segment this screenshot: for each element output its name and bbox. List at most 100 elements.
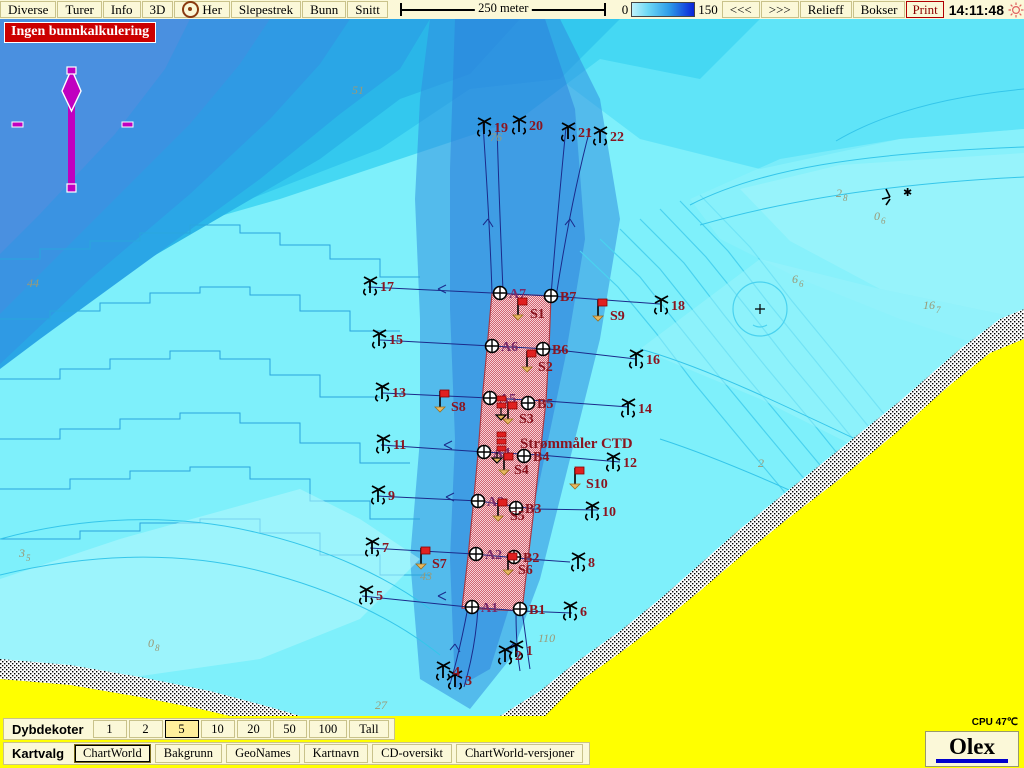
flag-marker-S2[interactable] xyxy=(521,349,537,373)
station-marker-A7[interactable] xyxy=(492,285,508,301)
chart-option-cd-oversikt[interactable]: CD-oversikt xyxy=(372,744,452,763)
menu-snitt-label: Snitt xyxy=(355,2,380,17)
flag-marker-S7[interactable] xyxy=(415,546,431,570)
anchor-label-10: 10 xyxy=(602,505,616,520)
relieff-button-label: Relieff xyxy=(807,2,844,17)
relieff-button[interactable]: Relieff xyxy=(799,1,852,18)
menu-diverse-label: Diverse xyxy=(8,2,49,17)
station-marker-A2[interactable] xyxy=(468,546,484,562)
anchor-marker-11[interactable] xyxy=(375,434,391,454)
anchor-marker-4[interactable] xyxy=(435,661,451,681)
anchor-marker-22[interactable] xyxy=(592,126,608,146)
depth-option-1[interactable]: 1 xyxy=(92,720,127,738)
station-marker-A1[interactable] xyxy=(464,599,480,615)
anchor-marker-16[interactable] xyxy=(628,349,644,369)
sounding-2: 44 xyxy=(27,276,39,290)
status-banner-label: Ingen bunnkalkulering xyxy=(11,24,150,39)
flag-marker-S8[interactable] xyxy=(434,389,450,413)
anchor-marker-10[interactable] xyxy=(584,501,600,521)
depth-option-5[interactable]: 5 xyxy=(164,720,199,738)
anchor-label-12: 12 xyxy=(623,456,637,471)
menu-her-label: Her xyxy=(202,2,222,17)
anchor-marker-14[interactable] xyxy=(620,398,636,418)
depth-contour-label: Dybdekoter xyxy=(12,721,84,737)
sounding-12: 110 xyxy=(538,631,555,645)
anchor-marker-7[interactable] xyxy=(364,537,380,557)
anchor-marker-17[interactable] xyxy=(362,276,378,296)
prev-button-label: <<< xyxy=(729,2,752,17)
menu-turer[interactable]: Turer xyxy=(57,1,102,18)
depth-option-10[interactable]: 10 xyxy=(200,720,235,738)
sounding-11: 27 xyxy=(375,698,388,712)
anchor-marker-9[interactable] xyxy=(370,485,386,505)
station-marker-B7[interactable] xyxy=(543,288,559,304)
depth-option-100[interactable]: 100 xyxy=(308,720,348,738)
chart-option-geonames[interactable]: GeoNames xyxy=(226,744,300,763)
anchor-label-8: 8 xyxy=(588,556,595,571)
anchor-marker-12[interactable] xyxy=(605,452,621,472)
station-marker-B5[interactable] xyxy=(520,395,536,411)
station-label-B5: B5 xyxy=(537,397,553,412)
anchor-label-14: 14 xyxy=(638,402,652,417)
menu-slepestrek-label: Slepestrek xyxy=(238,2,294,17)
station-marker-A3[interactable] xyxy=(470,493,486,509)
flag-label-S10: S10 xyxy=(586,477,608,492)
sounding-0: 51 xyxy=(352,83,364,97)
sounding-sub-10: 8 xyxy=(155,643,160,653)
anchor-marker-8[interactable] xyxy=(570,552,586,572)
menu-her[interactable]: Her xyxy=(174,1,230,18)
menu-info[interactable]: Info xyxy=(102,1,141,18)
anchor-marker-6[interactable] xyxy=(562,601,578,621)
station-marker-B6[interactable] xyxy=(535,341,551,357)
anchor-marker-18[interactable] xyxy=(653,295,669,315)
depth-option-tall[interactable]: Tall xyxy=(349,720,389,738)
anchor-label-2: 2 xyxy=(515,649,522,664)
station-marker-A5[interactable] xyxy=(482,390,498,406)
depth-color-legend: 0 150 xyxy=(622,0,718,19)
station-marker-A4[interactable] xyxy=(476,444,492,460)
anchor-marker-13[interactable] xyxy=(374,382,390,402)
anchor-marker-19[interactable] xyxy=(476,117,492,137)
flag-marker-S9[interactable] xyxy=(592,298,608,322)
chart-selection-label: Kartvalg xyxy=(12,746,65,761)
chart-map-canvas[interactable]: Ingen bunnkalkulering ✱ A1 A2 A3 A4 A5 A… xyxy=(0,19,1024,716)
olex-logo-underline xyxy=(936,758,1008,763)
olex-logo: Olex xyxy=(925,731,1019,767)
legend-max-label: 150 xyxy=(698,1,718,17)
anchor-label-11: 11 xyxy=(393,438,406,453)
depth-option-20[interactable]: 20 xyxy=(236,720,271,738)
menu-slepestrek[interactable]: Slepestrek xyxy=(230,1,302,18)
print-button[interactable]: Print xyxy=(906,1,944,18)
bokser-button[interactable]: Bokser xyxy=(852,1,906,18)
station-marker-B1[interactable] xyxy=(512,601,528,617)
prev-button[interactable]: <<< xyxy=(721,1,760,18)
flag-label-S5: S5 xyxy=(510,509,525,524)
chart-option-chartworld[interactable]: ChartWorld xyxy=(74,744,151,763)
menu-3d[interactable]: 3D xyxy=(141,1,174,18)
scale-bar: 250 meter xyxy=(400,0,607,19)
chart-option-bakgrunn[interactable]: Bakgrunn xyxy=(154,744,223,763)
station-marker-A6[interactable] xyxy=(484,338,500,354)
flag-marker-S10[interactable] xyxy=(569,466,585,490)
anchor-marker-21[interactable] xyxy=(560,122,576,142)
station-label-B6: B6 xyxy=(552,343,568,358)
anchor-marker-20[interactable] xyxy=(511,115,527,135)
sounding-sub-6: 7 xyxy=(936,305,941,315)
next-button[interactable]: >>> xyxy=(760,1,799,18)
menu-bunn[interactable]: Bunn xyxy=(302,1,347,18)
menu-snitt[interactable]: Snitt xyxy=(347,1,388,18)
anchor-marker-15[interactable] xyxy=(371,329,387,349)
flag-label-S9: S9 xyxy=(610,309,625,324)
legend-gradient xyxy=(631,2,696,17)
bokser-button-label: Bokser xyxy=(860,2,898,17)
chart-option-chartworld-versjoner[interactable]: ChartWorld-versjoner xyxy=(455,744,584,763)
station-label-B3: B3 xyxy=(525,502,541,517)
anchor-label-13: 13 xyxy=(392,386,406,401)
anchor-marker-5[interactable] xyxy=(358,585,374,605)
anchor-label-20: 20 xyxy=(529,119,543,134)
status-banner: Ingen bunnkalkulering xyxy=(4,22,157,43)
depth-option-2[interactable]: 2 xyxy=(128,720,163,738)
chart-option-kartnavn[interactable]: Kartnavn xyxy=(303,744,369,763)
menu-diverse[interactable]: Diverse xyxy=(0,1,57,18)
depth-option-50[interactable]: 50 xyxy=(272,720,307,738)
